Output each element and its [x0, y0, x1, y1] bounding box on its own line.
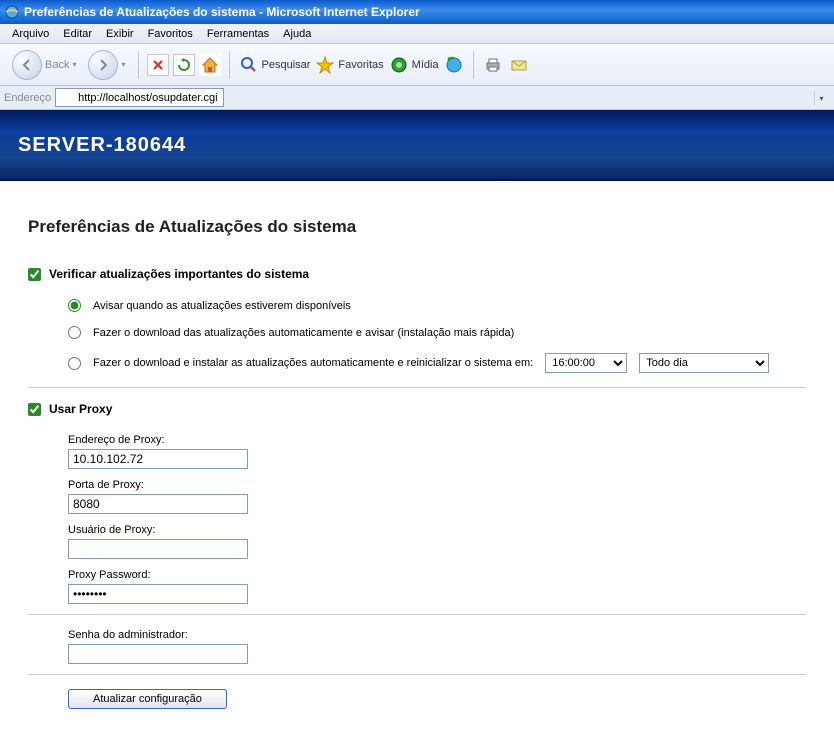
radio-download-label: Fazer o download das atualizações automa…: [93, 327, 514, 339]
toolbar-separator: [473, 51, 474, 79]
back-icon: [12, 50, 42, 80]
check-updates-label: Verificar atualizações importantes do si…: [49, 267, 309, 281]
media-button[interactable]: Mídia: [388, 54, 439, 76]
stop-button[interactable]: [147, 54, 169, 76]
refresh-button[interactable]: [173, 54, 195, 76]
time-select[interactable]: 16:00:00: [545, 353, 627, 373]
forward-button[interactable]: ▾: [84, 48, 129, 82]
toolbar-separator: [138, 51, 139, 79]
home-icon: [200, 55, 220, 75]
proxy-password-input[interactable]: [68, 584, 248, 604]
update-config-button[interactable]: Atualizar configuração: [68, 689, 227, 709]
divider: [28, 674, 806, 675]
menu-ferramentas[interactable]: Ferramentas: [201, 26, 275, 42]
media-icon: [388, 54, 410, 76]
use-proxy-checkbox[interactable]: [28, 403, 41, 416]
mail-icon: [508, 54, 530, 76]
admin-password-label: Senha do administrador:: [68, 629, 806, 641]
radio-install-label: Fazer o download e instalar as atualizaç…: [93, 357, 533, 369]
browser-content: SERVER-180644 Preferências de Atualizaçõ…: [0, 110, 834, 729]
check-updates-checkbox[interactable]: [28, 268, 41, 281]
search-label: Pesquisar: [262, 59, 311, 71]
update-mode-radiogroup: Avisar quando as atualizações estiverem …: [68, 299, 806, 373]
toolbar-separator: [229, 51, 230, 79]
menu-exibir[interactable]: Exibir: [100, 26, 140, 42]
print-button[interactable]: [482, 54, 504, 76]
home-button[interactable]: [199, 54, 221, 76]
menu-editar[interactable]: Editar: [57, 26, 98, 42]
proxy-address-label: Endereço de Proxy:: [68, 434, 806, 446]
toolbar: Back ▾ ▾ Pesquisar Favoritas Mídia: [0, 44, 834, 86]
favorites-button[interactable]: Favoritas: [314, 54, 383, 76]
server-banner: SERVER-180644: [0, 110, 834, 181]
search-icon: [238, 54, 260, 76]
favorites-label: Favoritas: [338, 59, 383, 71]
ie-app-icon: [4, 4, 20, 20]
back-label: Back: [45, 59, 69, 71]
address-input[interactable]: [55, 88, 224, 107]
proxy-fields: Endereço de Proxy: Porta de Proxy: Usuár…: [68, 434, 806, 604]
server-name: SERVER-180644: [18, 134, 186, 156]
window-titlebar: Preferências de Atualizações do sistema …: [0, 0, 834, 24]
refresh-icon: [177, 58, 191, 72]
use-proxy-label: Usar Proxy: [49, 402, 112, 416]
proxy-address-input[interactable]: [68, 449, 248, 469]
media-label: Mídia: [412, 59, 439, 71]
history-icon: [443, 54, 465, 76]
history-button[interactable]: [443, 54, 465, 76]
proxy-password-label: Proxy Password:: [68, 569, 806, 581]
divider: [28, 387, 806, 388]
admin-password-input[interactable]: [68, 644, 248, 664]
address-label: Endereço: [4, 92, 51, 104]
address-dropdown-icon[interactable]: ▾: [814, 91, 828, 105]
printer-icon: [482, 54, 504, 76]
divider: [28, 614, 806, 615]
radio-install[interactable]: [68, 357, 81, 370]
window-title: Preferências de Atualizações do sistema …: [24, 5, 420, 19]
proxy-port-input[interactable]: [68, 494, 248, 514]
proxy-user-input[interactable]: [68, 539, 248, 559]
chevron-down-icon: ▾: [121, 60, 125, 69]
address-bar: Endereço ▾: [0, 86, 834, 110]
search-button[interactable]: Pesquisar: [238, 54, 311, 76]
back-button[interactable]: Back ▾: [8, 48, 80, 82]
proxy-user-label: Usuário de Proxy:: [68, 524, 806, 536]
radio-notify-label: Avisar quando as atualizações estiverem …: [93, 300, 351, 312]
star-icon: [314, 54, 336, 76]
mail-button[interactable]: [508, 54, 530, 76]
proxy-port-label: Porta de Proxy:: [68, 479, 806, 491]
menu-bar: Arquivo Editar Exibir Favoritos Ferramen…: [0, 24, 834, 44]
menu-ajuda[interactable]: Ajuda: [277, 26, 317, 42]
day-select[interactable]: Todo dia: [639, 353, 769, 373]
radio-download[interactable]: [68, 326, 81, 339]
chevron-down-icon: ▾: [72, 60, 76, 69]
menu-favoritos[interactable]: Favoritos: [142, 26, 199, 42]
stop-icon: [151, 58, 165, 72]
radio-notify[interactable]: [68, 299, 81, 312]
menu-arquivo[interactable]: Arquivo: [6, 26, 55, 42]
page-heading: Preferências de Atualizações do sistema: [28, 217, 806, 237]
page-body: Preferências de Atualizações do sistema …: [0, 181, 834, 729]
forward-icon: [88, 50, 118, 80]
